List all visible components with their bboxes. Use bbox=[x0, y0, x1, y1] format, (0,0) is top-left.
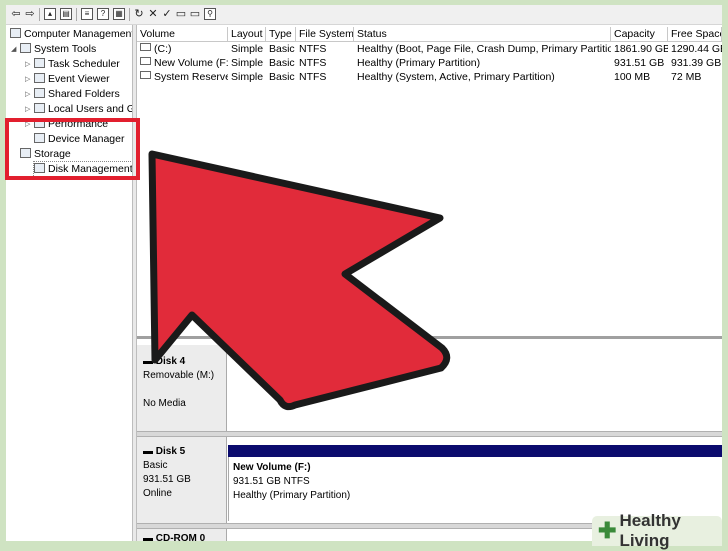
watermark: ✚ Healthy Living bbox=[592, 511, 722, 550]
plus-logo-icon: ✚ bbox=[598, 518, 617, 543]
red-arrow-icon bbox=[148, 150, 451, 411]
watermark-text: Healthy Living bbox=[619, 511, 681, 550]
